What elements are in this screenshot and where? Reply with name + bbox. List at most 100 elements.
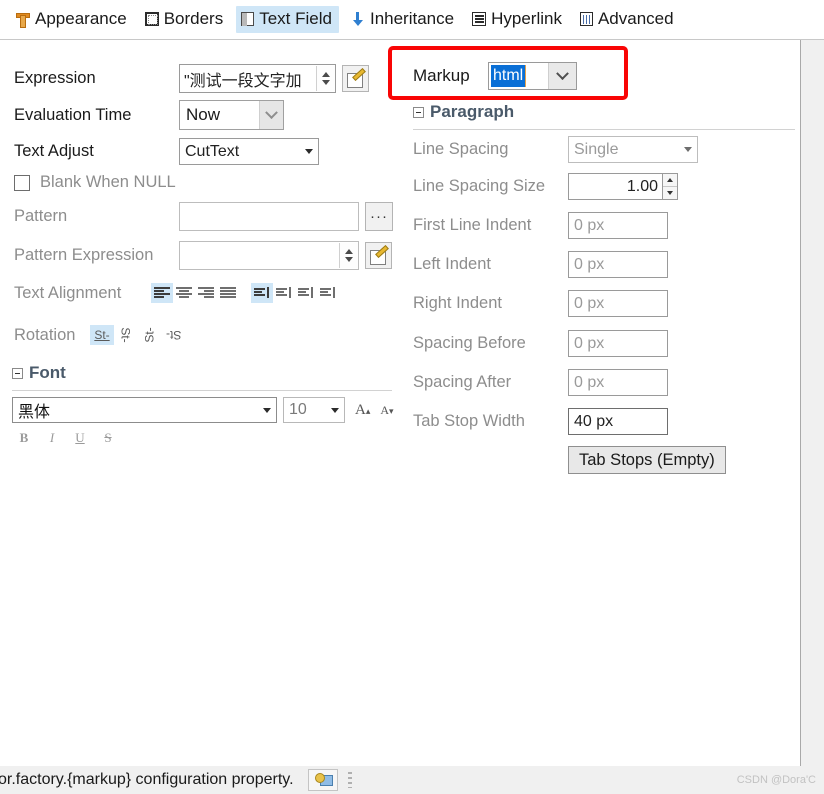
tab-borders-label: Borders [163,9,224,28]
expression-input[interactable]: "测试一段文字加 [179,64,336,93]
line-spacing-size-spinner[interactable] [662,174,677,199]
align-middle-button[interactable] [273,283,295,303]
first-line-indent-value: 0 px [574,216,605,234]
line-spacing-size-input[interactable]: 1.00 [568,173,678,200]
align-bottom-button[interactable] [295,283,317,303]
italic-button[interactable]: I [42,430,62,446]
evaluation-time-value: Now [186,105,221,124]
underline-button[interactable]: U [70,430,90,446]
spacing-before-row: Spacing Before 0 px [413,330,668,357]
collapse-icon[interactable] [12,367,23,379]
align-center-button[interactable] [173,283,195,303]
properties-body: Expression "测试一段文字加 Evaluation Time Now … [0,40,801,766]
text-adjust-value: CutText [185,142,240,160]
left-indent-label: Left Indent [413,255,491,273]
markup-combo[interactable]: html [488,62,577,90]
first-line-indent-label: First Line Indent [413,216,532,234]
align-right-button[interactable] [195,283,217,303]
increase-font-size-button[interactable]: A▴ [355,402,370,419]
spacing-before-input[interactable]: 0 px [568,330,668,357]
pencil-icon [370,248,387,265]
rotation-label: Rotation [14,325,76,344]
tab-advanced[interactable]: Advanced [575,6,681,33]
align-left-button[interactable] [151,283,173,303]
rotate-right-button[interactable]: St- [138,325,162,345]
decrease-font-size-button[interactable]: A▾ [380,403,393,418]
markup-dropdown-button[interactable] [548,63,576,89]
status-computer-button[interactable] [307,769,338,791]
paragraph-section-title: Paragraph [430,102,515,121]
caret-down-icon [684,147,692,152]
rotate-left-button[interactable]: St- [114,325,138,345]
expression-label: Expression [14,69,96,87]
strikethrough-button[interactable]: S [98,430,118,446]
spacing-before-label: Spacing Before [413,334,526,352]
chevron-down-icon [556,66,569,80]
font-section-title: Font [29,363,66,382]
pattern-input[interactable] [179,202,359,231]
expression-spinner[interactable] [316,66,335,91]
bold-button[interactable]: B [14,430,34,446]
tab-stop-width-row: Tab Stop Width 40 px [413,408,668,435]
advanced-icon [579,12,593,26]
caret-down-icon [331,407,339,413]
line-spacing-value: Single [574,140,619,158]
pattern-expression-row: Pattern Expression [14,241,392,270]
blank-when-null-checkbox[interactable] [14,174,30,191]
markup-row: Markup html [413,62,577,90]
align-right-icon [198,287,214,299]
blank-when-null-row[interactable]: Blank When NULL [14,173,176,192]
text-adjust-dropdown[interactable]: CutText [179,138,319,165]
rotate-upside-down-button[interactable]: St- [162,325,186,345]
pattern-expression-spinner[interactable] [339,243,358,268]
rotate-none-button[interactable]: St- [90,325,114,345]
font-size-combo[interactable]: 10 [283,397,345,423]
tab-text-field[interactable]: Text Field [236,6,339,33]
blank-when-null-label: Blank When NULL [40,173,176,191]
evaluation-time-combo[interactable]: Now [179,100,284,130]
align-justify-button[interactable] [217,283,239,303]
line-spacing-dropdown[interactable]: Single [568,136,698,163]
tab-appearance[interactable]: Appearance [10,6,134,33]
spacing-after-input[interactable]: 0 px [568,369,668,396]
expression-edit-button[interactable] [342,65,369,92]
chevron-down-icon [265,105,278,119]
collapse-icon[interactable] [413,106,424,118]
line-spacing-size-value: 1.00 [626,177,658,195]
evaluation-time-row: Evaluation Time Now [14,100,284,130]
font-section-header[interactable]: Font [12,363,66,383]
tab-hyperlink[interactable]: Hyperlink [467,6,569,33]
pattern-expression-edit-button[interactable] [365,242,392,269]
pattern-expression-input[interactable] [179,241,359,270]
status-resize-grip[interactable] [347,772,352,788]
line-spacing-label: Line Spacing [413,140,509,158]
tab-borders[interactable]: Borders [140,6,231,33]
right-indent-input[interactable]: 0 px [568,290,668,317]
tab-advanced-label: Advanced [597,9,674,28]
pattern-browse-button[interactable]: ··· [365,202,393,231]
markup-label: Markup [413,66,470,85]
first-line-indent-input[interactable]: 0 px [568,212,668,239]
caret-down-icon [263,407,271,413]
tab-stop-width-input[interactable]: 40 px [568,408,668,435]
font-family-value: 黑体 [18,404,51,421]
align-middle-icon [276,287,292,299]
font-size-value: 10 [289,401,307,418]
text-adjust-row: Text Adjust CutText [14,138,319,165]
left-indent-value: 0 px [574,255,605,273]
right-margin-area [802,40,824,766]
caret-down-icon [305,149,313,154]
pencil-icon [347,71,364,88]
paragraph-section-header[interactable]: Paragraph [413,102,514,122]
tab-inheritance[interactable]: Inheritance [345,6,461,33]
tab-stops-button[interactable]: Tab Stops (Empty) [568,446,726,474]
evaluation-time-dropdown-button[interactable] [259,101,283,129]
align-top-button[interactable] [251,283,273,303]
align-justified-vertical-button[interactable] [317,283,339,303]
right-indent-label: Right Indent [413,294,502,312]
computer-icon [314,773,333,787]
tab-hyperlink-label: Hyperlink [491,9,562,28]
font-family-combo[interactable]: 黑体 [12,397,277,423]
line-spacing-size-row: Line Spacing Size 1.00 [413,173,678,200]
left-indent-input[interactable]: 0 px [568,251,668,278]
